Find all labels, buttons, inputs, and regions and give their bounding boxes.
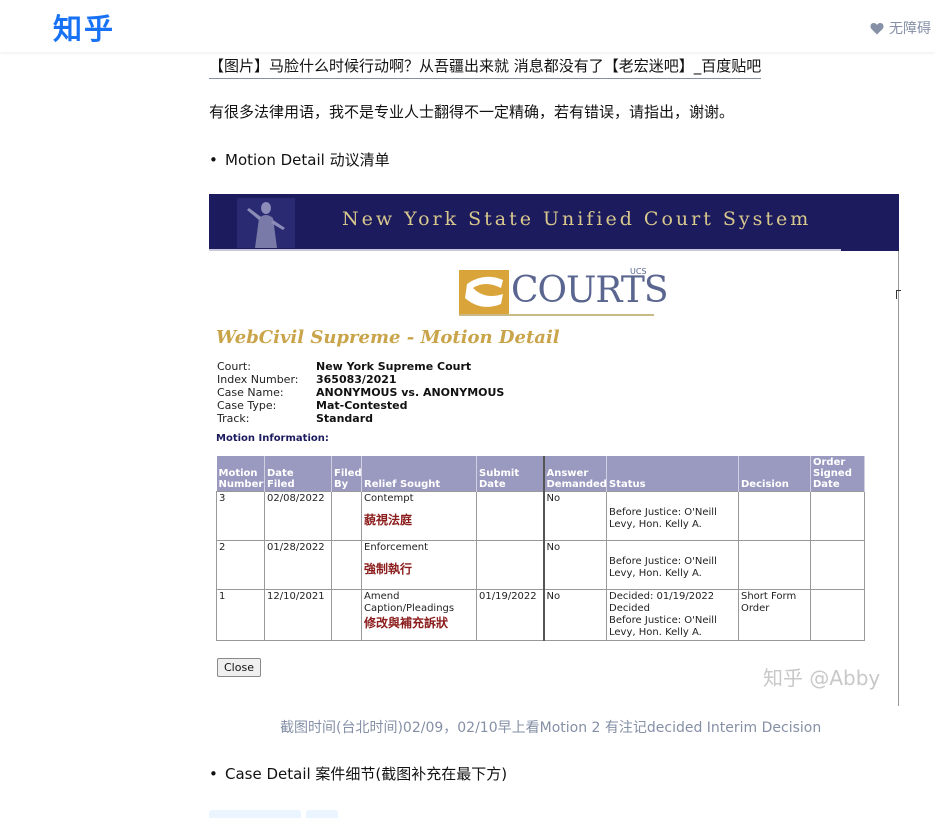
cell-date-filed: 02/08/2022 (264, 491, 332, 541)
cursor-mark (896, 290, 901, 299)
table-row: 3 02/08/2022 Contempt 藐視法庭 No Before Just… (216, 491, 865, 541)
courts-logo-text: COURTS (511, 270, 669, 311)
cell-decision: Short Form Order (738, 589, 811, 641)
motion-info-label: Motion Information: (216, 433, 329, 444)
logo-underline (459, 314, 654, 316)
banner-title: New York State Unified Court System (342, 208, 812, 230)
cell-answer: No (542, 589, 607, 641)
cell-submit-date (476, 491, 544, 541)
cell-date-filed: 12/10/2021 (264, 589, 332, 641)
col-motion-number: Motion Number (216, 456, 265, 492)
bullet-text: Case Detail 案件细节(截图补充在最下方) (225, 765, 508, 783)
bullet-dot: • (209, 765, 218, 783)
heart-icon (870, 22, 884, 34)
court-banner: New York State Unified Court System (209, 194, 899, 251)
case-info: Court: New York Supreme Court Index Numbe… (217, 360, 504, 425)
cell-filed-by (331, 589, 362, 641)
intro-paragraph: 有很多法律用语，我不是专业人士翻得不一定精确，若有错误，请指出，谢谢。 (209, 103, 735, 121)
bullet-text: Motion Detail 动议清单 (225, 151, 390, 169)
col-submit-date: Submit Date (476, 456, 544, 492)
table-row: 2 01/28/2022 Enforcement 強制執行 No Before J… (216, 540, 865, 590)
cell-date-filed: 01/28/2022 (264, 540, 332, 590)
cell-answer: No (542, 540, 607, 590)
image-caption: 截图时间(台北时间)02/09，02/10早上看Motion 2 有注记deci… (280, 720, 822, 736)
cell-relief: Amend Caption/Pleadings 修改與補充訴狀 (361, 589, 477, 641)
banner-divider (209, 249, 841, 251)
cell-number: 3 (216, 491, 265, 541)
related-link[interactable]: 【图片】马脸什么时候行动啊？从吾疆出来就 消息都没有了【老宏迷吧】_百度贴吧 (209, 55, 762, 79)
cell-filed-by (331, 540, 362, 590)
close-button[interactable]: Close (217, 658, 261, 677)
relief-translation: 強制執行 (364, 562, 413, 576)
justice-statue-icon (237, 198, 295, 248)
col-date-filed: Date Filed (264, 456, 332, 492)
cell-decision (738, 491, 811, 541)
cell-relief: Enforcement 強制執行 (361, 540, 477, 590)
webcivil-title: WebCivil Supreme - Motion Detail (216, 327, 560, 348)
accessibility-label: 无障碍 (889, 21, 931, 37)
zhihu-watermark: 知乎 @Abby (763, 666, 881, 690)
tag-pill[interactable] (209, 810, 301, 818)
cell-number: 2 (216, 540, 265, 590)
info-row-case-type: Case Type: Mat-Contested (217, 399, 408, 412)
info-row-case-name: Case Name: ANONYMOUS vs. ANONYMOUS (217, 386, 505, 399)
accessibility-button[interactable]: 无障碍 (870, 18, 931, 38)
col-relief-sought: Relief Sought (361, 456, 477, 492)
col-filed-by: Filed By (331, 456, 362, 492)
info-row-index: Index Number: 365083/2021 (217, 373, 397, 386)
zhihu-logo[interactable]: 知乎 (53, 6, 115, 48)
cell-order-date (810, 540, 865, 590)
motion-table: Motion Number Date Filed Filed By Relief So… (216, 456, 865, 641)
relief-translation: 藐視法庭 (364, 513, 413, 527)
motion-detail-screenshot: New York State Unified Court System COUR… (209, 194, 899, 706)
cell-status: Before Justice: O'Neill Levy, Hon. Kelly… (606, 540, 739, 590)
cell-status: Decided: 01/19/2022 Decided Before Justic… (606, 589, 739, 641)
relief-translation: 修改與補充訴狀 (364, 616, 449, 630)
cell-order-date (810, 491, 865, 541)
bullet-motion-detail: • Motion Detail 动议清单 (209, 149, 390, 170)
col-answer-demanded: Answer Demanded (542, 456, 607, 492)
col-status: Status (606, 456, 739, 492)
cell-status: Before Justice: O'Neill Levy, Hon. Kelly… (606, 491, 739, 541)
col-decision: Decision (738, 456, 811, 492)
top-header: 知乎 无障碍 (0, 0, 935, 52)
cell-filed-by (331, 491, 362, 541)
screenshot-border (898, 251, 899, 706)
bullet-case-detail: • Case Detail 案件细节(截图补充在最下方) (209, 763, 507, 784)
cell-relief: Contempt 藐視法庭 (361, 491, 477, 541)
cell-decision (738, 540, 811, 590)
tag-pill[interactable] (306, 810, 338, 818)
cell-number: 1 (216, 589, 265, 641)
cell-order-date (810, 589, 865, 641)
cell-answer: No (542, 491, 607, 541)
table-row: 1 12/10/2021 Amend Caption/Pleadings 修改與補… (216, 589, 865, 641)
col-order-signed-date: Order Signed Date (810, 456, 865, 492)
cell-submit-date: 01/19/2022 (476, 589, 544, 641)
ucs-superscript: UCS (630, 267, 647, 276)
table-header-row: Motion Number Date Filed Filed By Relief So… (216, 456, 865, 492)
cell-submit-date (476, 540, 544, 590)
bullet-dot: • (209, 151, 218, 169)
info-row-track: Track: Standard (217, 412, 374, 425)
info-row-court: Court: New York Supreme Court (217, 360, 472, 373)
